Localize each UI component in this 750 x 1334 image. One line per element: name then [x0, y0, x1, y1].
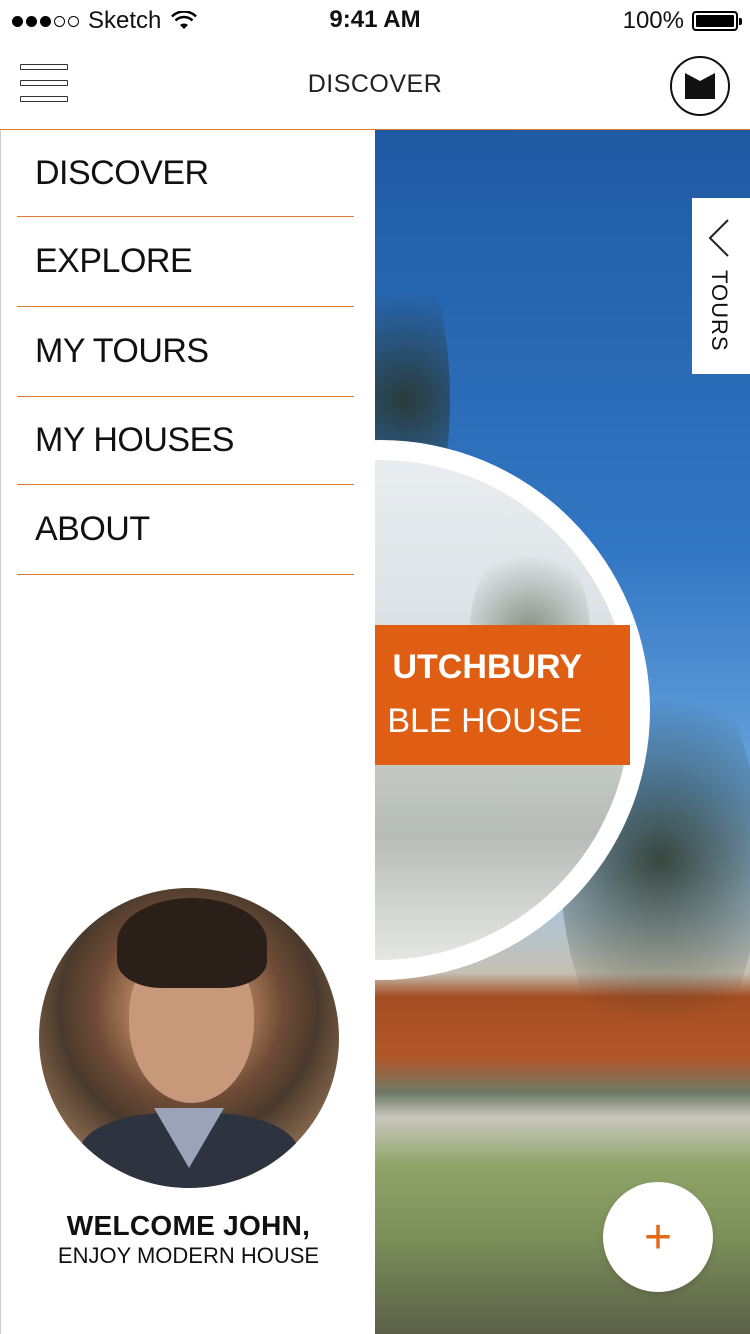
plus-icon: + [643, 1210, 673, 1264]
tours-tab[interactable]: TOURS [692, 198, 750, 374]
drawer-item-discover[interactable]: DISCOVER [17, 130, 354, 217]
page-title: DISCOVER [307, 70, 443, 98]
drawer-menu: DISCOVER EXPLORE MY TOURS MY HOUSES ABOU… [17, 130, 354, 575]
drawer-item-my-tours[interactable]: MY TOURS [17, 307, 354, 397]
battery-icon [692, 11, 742, 31]
brand-logo-icon [685, 73, 715, 99]
battery-info: 100% [622, 6, 742, 36]
nav-bar: DISCOVER [0, 40, 750, 130]
chevron-left-icon [708, 219, 729, 257]
battery-percent: 100% [622, 7, 684, 34]
avatar[interactable] [39, 888, 339, 1188]
drawer-item-my-houses[interactable]: MY HOUSES [17, 397, 354, 485]
navigation-drawer: DISCOVER EXPLORE MY TOURS MY HOUSES ABOU… [0, 130, 375, 1334]
tours-tab-label: TOURS [707, 270, 732, 352]
add-button[interactable]: + [603, 1182, 713, 1292]
brand-logo-button[interactable] [670, 56, 730, 116]
avatar-hair [117, 898, 267, 988]
status-bar: Sketch 9:41 AM 100% [0, 0, 750, 40]
featured-house-title: UTCHBURY [392, 648, 582, 686]
welcome-message: WELCOME JOHN, [66, 1210, 311, 1241]
welcome-subtitle: ENJOY MODERN HOUSE [57, 1243, 320, 1268]
featured-house-subtitle: BLE HOUSE [387, 702, 582, 740]
drawer-item-explore[interactable]: EXPLORE [17, 217, 354, 307]
drawer-item-about[interactable]: ABOUT [17, 485, 354, 575]
